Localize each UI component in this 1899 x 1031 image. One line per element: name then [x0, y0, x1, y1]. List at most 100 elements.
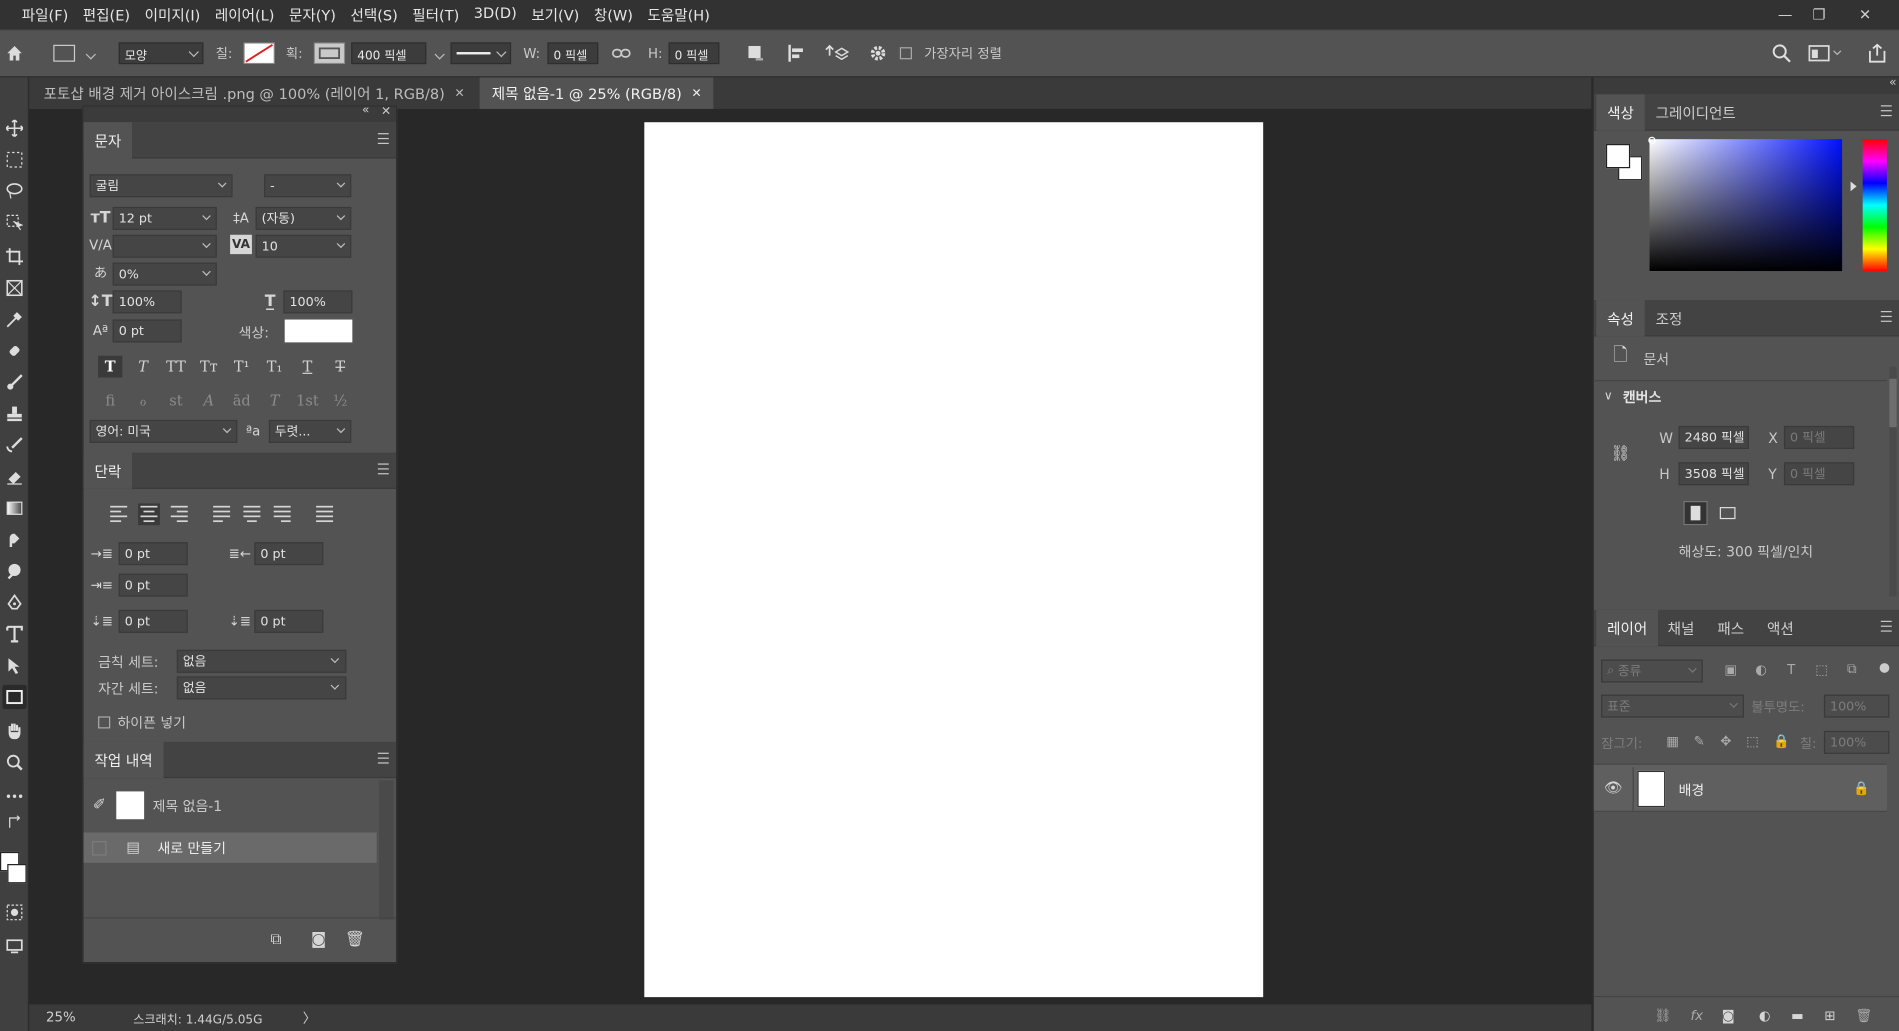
stroke-type-select[interactable] — [450, 41, 512, 65]
color-picker-cursor[interactable] — [1648, 136, 1656, 145]
indent-first-line-input[interactable]: 0 pt — [118, 573, 188, 597]
align-left-icon[interactable] — [108, 503, 130, 525]
restore-button[interactable]: ❐ — [1802, 0, 1836, 29]
height-input[interactable]: 0 픽셀 — [668, 41, 720, 65]
path-selection-tool-icon[interactable] — [2, 653, 26, 677]
canvas-width-input[interactable]: 2480 픽셀 — [1678, 425, 1749, 449]
new-layer-icon[interactable]: ⊞ — [1821, 1007, 1838, 1024]
justify-all-icon[interactable] — [314, 503, 336, 525]
tab-layers[interactable]: 레이어 — [1596, 609, 1659, 647]
stroke-width-input[interactable]: 400 픽셀 — [351, 41, 443, 65]
horizontal-scale-input[interactable]: 100% — [283, 290, 353, 314]
justify-last-left-icon[interactable] — [211, 503, 233, 525]
shape-mode-select[interactable]: 모양 — [118, 41, 204, 65]
menu-item-0[interactable]: 파일(F) — [15, 4, 76, 25]
tab-png-document[interactable]: 포토샵 배경 제거 아이스크림 .png @ 100% (레이어 1, RGB/… — [31, 77, 477, 109]
gear-icon[interactable] — [868, 41, 887, 65]
layer-filter-select[interactable]: ⌕ 종류 — [1601, 659, 1703, 683]
fill-input[interactable]: 100% — [1823, 730, 1890, 754]
tab-actions[interactable]: 액션 — [1756, 610, 1805, 646]
path-operations-icon[interactable] — [746, 41, 765, 65]
eye-icon[interactable]: 👁 — [1603, 779, 1622, 796]
kerning-input[interactable] — [112, 234, 217, 258]
healing-brush-tool-icon[interactable] — [2, 339, 26, 363]
move-tool-icon[interactable] — [2, 116, 26, 140]
space-after-input[interactable]: 0 pt — [254, 609, 324, 633]
panel-menu-icon[interactable] — [377, 752, 389, 764]
path-alignment-icon[interactable] — [786, 41, 805, 65]
text-style-button-5[interactable]: T₁ — [262, 356, 286, 378]
object-selection-tool-icon[interactable] — [2, 211, 26, 235]
brush-tool-icon[interactable] — [2, 370, 26, 394]
fill-swatch[interactable] — [243, 41, 275, 65]
trash-icon[interactable]: 🗑 — [344, 929, 366, 948]
tsume-input[interactable]: 0% — [112, 262, 217, 286]
zoom-level[interactable]: 25% — [46, 1009, 76, 1025]
collapse-icon[interactable]: « — [362, 104, 369, 117]
portrait-orientation-button[interactable] — [1683, 500, 1708, 526]
text-style-button-6[interactable]: T — [295, 356, 319, 378]
close-tab-icon[interactable]: ✕ — [454, 87, 464, 100]
eyedropper-tool-icon[interactable] — [2, 307, 26, 331]
frame-tool-icon[interactable] — [2, 276, 26, 300]
pen-tool-icon[interactable] — [2, 591, 26, 615]
history-brush-tool-icon[interactable] — [2, 433, 26, 457]
zoom-tool-icon[interactable] — [2, 750, 26, 774]
stroke-swatch[interactable] — [313, 41, 346, 65]
adjustment-layer-icon[interactable]: ◐ — [1756, 1007, 1773, 1024]
tab-paths[interactable]: 패스 — [1706, 610, 1755, 646]
text-style-button-3[interactable]: Tт — [197, 356, 221, 378]
menu-item-7[interactable]: 3D(D) — [467, 4, 525, 25]
tab-character[interactable]: 문자 — [83, 122, 133, 159]
indent-right-input[interactable]: 0 pt — [254, 542, 324, 566]
collapse-dock-icon[interactable]: « — [1889, 76, 1896, 89]
text-style-button-4[interactable]: T¹ — [230, 356, 254, 378]
antialias-select[interactable]: 두렷... — [268, 419, 352, 443]
blend-mode-select[interactable]: 표준 — [1601, 694, 1744, 718]
opentype-button-6[interactable]: 1st — [295, 390, 319, 412]
opentype-button-0[interactable]: fi — [98, 390, 122, 412]
filter-shape-icon[interactable]: ⬚ — [1813, 661, 1830, 678]
tab-gradient[interactable]: 그레이디언트 — [1645, 94, 1747, 130]
minimize-button[interactable]: — — [1768, 0, 1802, 29]
mojikumi-select[interactable]: 없음 — [176, 676, 347, 700]
canvas-y-input[interactable]: 0 픽셀 — [1783, 462, 1855, 486]
new-document-from-state-icon[interactable]: ⧉ — [265, 929, 287, 948]
tracking-input[interactable]: 10 — [255, 234, 352, 258]
vertical-scale-input[interactable]: 100% — [112, 290, 182, 314]
menu-item-2[interactable]: 이미지(I) — [137, 4, 207, 25]
align-center-icon[interactable] — [138, 503, 160, 526]
close-window-button[interactable]: ✕ — [1848, 0, 1882, 29]
tab-adjustments[interactable]: 조정 — [1645, 300, 1694, 336]
menu-item-5[interactable]: 선택(S) — [343, 4, 405, 25]
align-right-icon[interactable] — [168, 503, 190, 525]
menu-item-4[interactable]: 문자(Y) — [282, 4, 344, 25]
home-icon[interactable] — [5, 41, 24, 65]
panel-menu-icon[interactable] — [1880, 105, 1892, 117]
justify-last-center-icon[interactable] — [241, 503, 263, 525]
history-step-checkbox[interactable] — [92, 841, 107, 856]
tool-preset-picker[interactable] — [53, 41, 94, 65]
menu-item-1[interactable]: 편집(E) — [76, 4, 138, 25]
hand-tool-icon[interactable] — [2, 719, 26, 743]
folder-icon[interactable]: ▬ — [1789, 1007, 1806, 1024]
layer-row[interactable]: 👁 배경 🔒 — [1593, 763, 1887, 812]
align-edges-checkbox[interactable]: 가장자리 정렬 — [899, 41, 1002, 65]
hyphenate-checkbox[interactable] — [98, 716, 111, 729]
hue-slider-marker[interactable] — [1850, 181, 1857, 192]
share-icon[interactable] — [1866, 41, 1888, 65]
hue-slider[interactable] — [1862, 139, 1887, 272]
filter-type-icon[interactable]: T — [1783, 661, 1800, 678]
rectangle-tool-icon[interactable] — [2, 684, 27, 710]
link-icon[interactable] — [611, 41, 631, 65]
menu-item-9[interactable]: 창(W) — [587, 4, 641, 25]
lock-all-icon[interactable]: 🔒 — [1773, 732, 1790, 749]
kinsoku-select[interactable]: 없음 — [176, 649, 347, 673]
font-size-input[interactable]: 12 pt — [112, 206, 217, 230]
search-icon[interactable] — [1772, 41, 1791, 65]
indent-left-input[interactable]: 0 pt — [118, 542, 188, 566]
link-dimensions-icon[interactable]: ⛓ — [1610, 443, 1630, 465]
document-canvas[interactable] — [644, 122, 1264, 998]
foreground-color-swatch[interactable] — [1605, 144, 1631, 169]
tab-color[interactable]: 색상 — [1596, 94, 1645, 131]
